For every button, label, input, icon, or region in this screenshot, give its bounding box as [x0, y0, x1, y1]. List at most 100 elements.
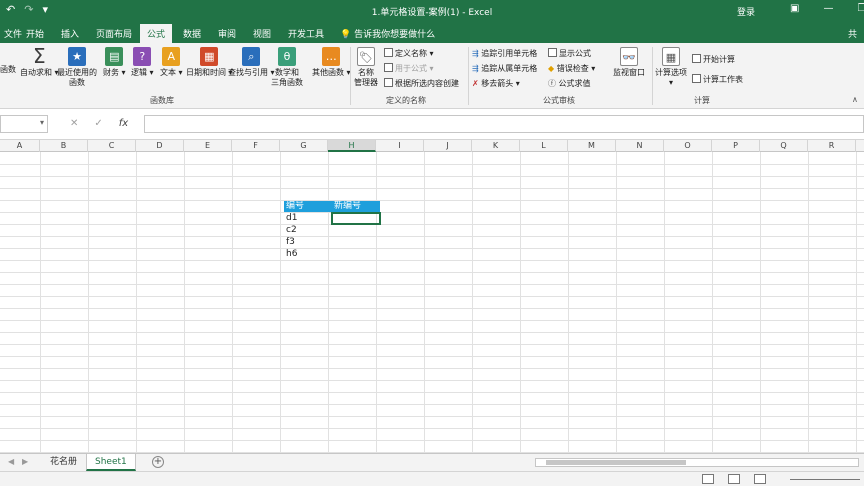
name-manager-button[interactable]: 🏷 名称 管理器	[354, 47, 378, 88]
row-gridline	[0, 320, 864, 321]
tab-data[interactable]: 数据	[183, 27, 201, 40]
column-header-b[interactable]: B	[40, 140, 88, 152]
column-header-d[interactable]: D	[136, 140, 184, 152]
tab-view[interactable]: 视图	[253, 27, 271, 40]
error-checking-icon: ◆	[548, 64, 555, 73]
sheet-tab-huamingce[interactable]: 花名册	[42, 454, 85, 471]
enter-icon[interactable]: ✓	[94, 118, 102, 129]
selected-cell-h2[interactable]	[331, 212, 381, 225]
name-manager-label: 名称 管理器	[354, 68, 378, 87]
column-header-m[interactable]: M	[568, 140, 616, 152]
column-header-c[interactable]: C	[88, 140, 136, 152]
evaluate-formula-button[interactable]: ⓕ 公式求值	[548, 77, 591, 90]
page-break-view-icon[interactable]	[754, 474, 766, 484]
cell-g1[interactable]: 编号	[284, 201, 332, 212]
tab-home[interactable]: 开始	[26, 27, 44, 40]
calculate-sheet-button[interactable]: 计算工作表	[692, 73, 743, 86]
column-header-n[interactable]: N	[616, 140, 664, 152]
date-time-button[interactable]: ▦ 日期和时间 ▾	[186, 47, 233, 78]
lookup-reference-button[interactable]: ⌕ 查找与引用 ▾	[228, 47, 275, 78]
autosum-button[interactable]: Σ 自动求和 ▾	[20, 46, 59, 78]
add-sheet-button[interactable]: +	[152, 456, 164, 468]
financial-button[interactable]: ▤ 财务 ▾	[103, 47, 126, 78]
worksheet-grid[interactable]: ABCDEFGHIJKLMNOPQR 编号 新编号 d1 c2 f3 h6	[0, 140, 864, 453]
tab-insert[interactable]: 插入	[61, 27, 79, 40]
scrollbar-thumb[interactable]	[546, 460, 686, 465]
logical-button[interactable]: ? 逻辑 ▾	[131, 47, 154, 78]
column-headers: ABCDEFGHIJKLMNOPQR	[0, 140, 864, 152]
column-header-h[interactable]: H	[328, 140, 376, 152]
column-header-f[interactable]: F	[232, 140, 280, 152]
minimize-button[interactable]: —	[823, 3, 833, 14]
formula-input[interactable]	[144, 115, 864, 133]
calendar-icon: ▦	[200, 47, 219, 66]
column-header-r[interactable]: R	[808, 140, 856, 152]
row-gridline	[0, 368, 864, 369]
sign-in-link[interactable]: 登录	[737, 5, 755, 18]
formula-bar: ▾ ✕ ✓ fx	[0, 110, 864, 140]
math-trig-label: 数学和 三角函数	[271, 68, 303, 87]
formula-bar-buttons: ✕ ✓ fx	[70, 118, 128, 129]
sheet-tab-sheet1[interactable]: Sheet1	[86, 454, 136, 471]
column-header-l[interactable]: L	[520, 140, 568, 152]
horizontal-scrollbar[interactable]	[535, 458, 859, 467]
column-gridline	[280, 152, 281, 453]
use-in-formula-button[interactable]: 用于公式 ▾	[384, 62, 434, 75]
zoom-slider[interactable]	[790, 479, 860, 480]
cell-h1[interactable]: 新编号	[332, 201, 380, 212]
column-header-o[interactable]: O	[664, 140, 712, 152]
tell-me-box[interactable]: 💡 告诉我你想要做什么	[340, 27, 435, 40]
insert-function-icon[interactable]: fx	[119, 118, 128, 129]
cell-g4[interactable]: f3	[284, 237, 295, 248]
create-from-selection-button[interactable]: 根据所选内容创建	[384, 77, 459, 90]
error-checking-button[interactable]: ◆ 错误检查 ▾	[548, 62, 595, 75]
column-header-i[interactable]: I	[376, 140, 424, 152]
tab-formulas[interactable]: 公式	[140, 24, 173, 43]
row-gridline	[0, 440, 864, 441]
cell-g2[interactable]: d1	[284, 213, 297, 224]
share-button[interactable]: 共	[848, 27, 857, 40]
collapse-ribbon-icon[interactable]: ∧	[852, 95, 858, 104]
sheet-scroll-right-icon[interactable]: ▶	[22, 457, 28, 466]
text-button[interactable]: A 文本 ▾	[160, 47, 183, 78]
tab-file[interactable]: 文件	[4, 27, 22, 40]
maximize-button[interactable]: ❐	[857, 3, 864, 14]
trace-precedents-button[interactable]: ⇶ 追踪引用单元格	[472, 47, 537, 60]
remove-arrows-button[interactable]: ✗ 移去箭头 ▾	[472, 77, 520, 90]
column-header-k[interactable]: K	[472, 140, 520, 152]
row-gridline	[0, 176, 864, 177]
column-header-g[interactable]: G	[280, 140, 328, 152]
column-header-e[interactable]: E	[184, 140, 232, 152]
cell-g5[interactable]: h6	[284, 249, 297, 260]
cancel-icon[interactable]: ✕	[70, 118, 78, 129]
chevron-down-icon[interactable]: ▾	[40, 118, 44, 127]
recent-functions-button[interactable]: ★ 最近使用的 函数	[57, 47, 97, 88]
math-trig-button[interactable]: θ 数学和 三角函数	[271, 47, 303, 88]
watch-window-label: 监视窗口	[613, 68, 645, 77]
trace-dependents-button[interactable]: ⇶ 追踪从属单元格	[472, 62, 537, 75]
tab-developer[interactable]: 开发工具	[288, 27, 324, 40]
name-box[interactable]: ▾	[0, 115, 48, 133]
ribbon-display-icon[interactable]: ▣	[790, 3, 799, 14]
watch-window-button[interactable]: 👓 监视窗口	[613, 47, 645, 78]
column-header-j[interactable]: J	[424, 140, 472, 152]
insert-function-button-partial[interactable]: 函数	[0, 65, 16, 75]
remove-arrows-icon: ✗	[472, 79, 479, 88]
window-title: 1.单元格设置-案例(1) - Excel	[371, 8, 493, 18]
cell-g3[interactable]: c2	[284, 225, 297, 236]
column-header-a[interactable]: A	[0, 140, 40, 152]
tab-page-layout[interactable]: 页面布局	[96, 27, 132, 40]
normal-view-icon[interactable]	[702, 474, 714, 484]
calculation-options-button[interactable]: ▦ 计算选项 ▾	[655, 47, 687, 88]
page-layout-view-icon[interactable]	[728, 474, 740, 484]
sheet-scroll-left-icon[interactable]: ◀	[8, 457, 14, 466]
more-functions-button[interactable]: … 其他函数 ▾	[312, 47, 351, 78]
show-formulas-button[interactable]: 显示公式	[548, 47, 591, 60]
column-header-q[interactable]: Q	[760, 140, 808, 152]
define-name-button[interactable]: 定义名称 ▾	[384, 47, 434, 60]
column-gridline	[520, 152, 521, 453]
calculate-now-button[interactable]: 开始计算	[692, 53, 735, 66]
tab-review[interactable]: 审阅	[218, 27, 236, 40]
magnifier-icon: ⌕	[242, 47, 261, 66]
column-header-p[interactable]: P	[712, 140, 760, 152]
